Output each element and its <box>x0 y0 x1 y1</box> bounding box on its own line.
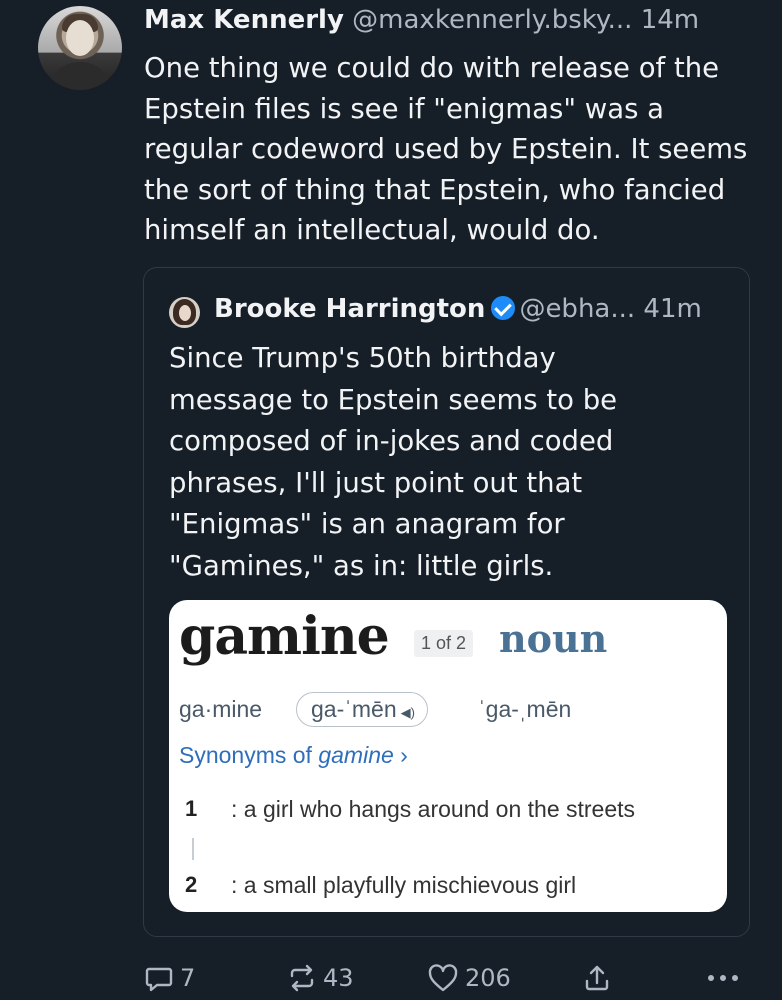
reply-icon <box>145 967 173 991</box>
dictionary-pronunciation-alt: ˈga-ˌmēn <box>478 696 572 722</box>
dictionary-headword: gamine <box>179 606 390 667</box>
quote-author-avatar <box>169 297 200 328</box>
synonyms-prefix: Synonyms of <box>179 742 319 768</box>
definition-number: 2 <box>185 872 198 897</box>
definition-text: : a small playfully mischievous girl <box>231 872 577 898</box>
dictionary-entry-count: 1 of 2 <box>414 630 474 657</box>
more-options-button[interactable] <box>706 955 746 1000</box>
repost-count: 43 <box>323 963 354 992</box>
like-icon <box>428 963 458 991</box>
share-button[interactable] <box>582 955 618 1000</box>
author-name[interactable]: Max Kennerly <box>144 5 344 35</box>
synonyms-word: gamine <box>318 742 394 768</box>
share-icon <box>585 965 609 990</box>
dictionary-pronunciation-button: ga-ˈmēn ◀) <box>296 692 428 727</box>
repost-icon <box>290 964 314 991</box>
like-button[interactable]: 206 <box>427 955 511 1000</box>
dictionary-image[interactable]: gamine 1 of 2 noun ga·mine ga-ˈmēn ◀) ˈga… <box>169 600 727 912</box>
post-header: Max Kennerly @maxkennerly.bsky... 14m <box>144 2 699 38</box>
synonyms-suffix: › <box>393 742 408 768</box>
author-avatar[interactable] <box>38 6 122 90</box>
definition-number: 1 <box>185 796 198 821</box>
reply-count: 7 <box>180 963 196 992</box>
speaker-icon: ◀) <box>400 705 415 720</box>
post-time[interactable]: 14m <box>641 5 699 35</box>
quoted-post[interactable]: Brooke Harrington @ebha... 41m Since Trum… <box>143 267 750 937</box>
dictionary-syllabification: ga·mine <box>179 696 263 722</box>
dictionary-synonyms-link: Synonyms of gamine › <box>179 742 408 769</box>
author-handle[interactable]: @maxkennerly.bsky... <box>352 5 632 35</box>
quote-author-handle: @ebha... <box>519 294 636 324</box>
more-icon <box>708 974 738 981</box>
reply-button[interactable]: 7 <box>144 955 195 1000</box>
verified-icon <box>491 296 516 320</box>
quote-text: Since Trump's 50th birthday message to E… <box>169 342 618 582</box>
repost-button[interactable]: 43 <box>287 955 354 1000</box>
dictionary-part-of-speech: noun <box>499 616 608 661</box>
quote-header: Brooke Harrington @ebha... 41m <box>214 291 702 327</box>
post-actions: 7 43 206 <box>0 955 782 1000</box>
quote-author-name: Brooke Harrington <box>214 294 486 324</box>
pronunciation-text: ga-ˈmēn <box>311 696 397 722</box>
definition-divider <box>192 838 194 860</box>
like-count: 206 <box>465 963 511 992</box>
quote-time: 41m <box>643 294 702 324</box>
definition-text: : a girl who hangs around on the streets <box>231 796 636 822</box>
post-text: One thing we could do with release of th… <box>144 52 748 246</box>
